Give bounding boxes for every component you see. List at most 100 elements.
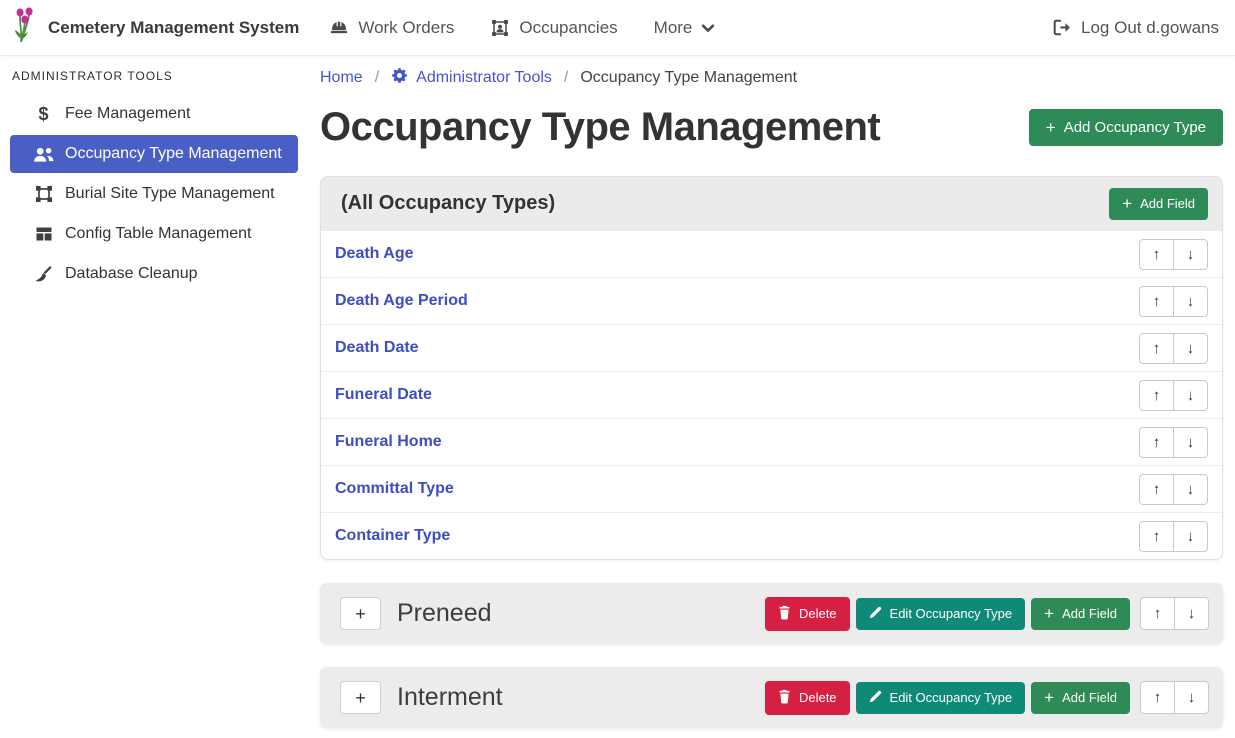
move-down-button[interactable]: ↓	[1173, 239, 1208, 270]
move-down-button[interactable]: ↓	[1173, 380, 1208, 411]
delete-button[interactable]: Delete	[765, 597, 850, 631]
plus-icon: +	[1044, 605, 1054, 622]
move-up-button[interactable]: ↑	[1139, 239, 1174, 270]
move-down-button[interactable]: ↓	[1173, 521, 1208, 552]
sidebar-item-label: Config Table Management	[65, 225, 252, 243]
field-link[interactable]: Container Type	[335, 527, 450, 545]
card-add-field-button[interactable]: + Add Field	[1109, 188, 1208, 220]
move-down-button[interactable]: ↓	[1174, 597, 1209, 630]
sidebar-item-occupancy-type-management[interactable]: Occupancy Type Management	[10, 135, 298, 173]
sidebar-item-label: Occupancy Type Management	[65, 145, 282, 163]
move-down-button[interactable]: ↓	[1173, 427, 1208, 458]
trash-icon	[778, 689, 791, 707]
move-up-button[interactable]: ↑	[1139, 427, 1174, 458]
delete-label: Delete	[799, 690, 837, 705]
section-actions: Delete Edit Occupancy Type + Add Field ↑	[765, 597, 1209, 631]
nav-label: More	[654, 18, 693, 38]
frame-icon	[32, 185, 55, 203]
nav-item-occupancies[interactable]: Occupancies	[490, 18, 617, 38]
reorder-controls: ↑ ↓	[1140, 681, 1209, 714]
plus-icon: +	[1046, 119, 1056, 136]
all-occupancy-types-card: (All Occupancy Types) + Add Field Death …	[320, 176, 1223, 560]
down-arrow-icon: ↓	[1187, 246, 1195, 263]
reorder-controls: ↑ ↓	[1139, 239, 1208, 270]
add-occupancy-type-label: Add Occupancy Type	[1064, 119, 1206, 136]
sidebar-item-database-cleanup[interactable]: Database Cleanup	[10, 255, 298, 293]
down-arrow-icon: ↓	[1187, 528, 1195, 545]
expand-button[interactable]: +	[340, 681, 381, 714]
breadcrumb-home-link[interactable]: Home	[320, 69, 363, 87]
move-up-button[interactable]: ↑	[1139, 286, 1174, 317]
trash-icon	[778, 605, 791, 623]
section-add-field-button[interactable]: + Add Field	[1031, 598, 1130, 630]
nav-item-more[interactable]: More	[654, 18, 716, 38]
breadcrumb-admin-tools-link[interactable]: Administrator Tools	[391, 67, 552, 89]
move-up-button[interactable]: ↑	[1140, 597, 1175, 630]
breadcrumb-current: Occupancy Type Management	[580, 69, 797, 87]
up-arrow-icon: ↑	[1153, 340, 1161, 357]
title-row: Occupancy Type Management + Add Occupanc…	[320, 105, 1223, 150]
section-preneed: + Preneed Delete	[320, 583, 1223, 644]
breadcrumb-separator: /	[375, 69, 379, 87]
broom-icon	[32, 265, 55, 284]
field-link[interactable]: Funeral Home	[335, 433, 442, 451]
nav-label: Occupancies	[519, 18, 617, 38]
nav-item-work-orders[interactable]: Work Orders	[329, 18, 454, 38]
move-down-button[interactable]: ↓	[1173, 286, 1208, 317]
reorder-controls: ↑ ↓	[1139, 474, 1208, 505]
field-row-funeral-home: Funeral Home ↑ ↓	[321, 418, 1222, 465]
move-up-button[interactable]: ↑	[1139, 333, 1174, 364]
reorder-controls: ↑ ↓	[1139, 380, 1208, 411]
up-arrow-icon: ↑	[1153, 293, 1161, 310]
gear-icon	[391, 67, 408, 89]
move-down-button[interactable]: ↓	[1173, 333, 1208, 364]
field-row-container-type: Container Type ↑ ↓	[321, 512, 1222, 559]
field-link[interactable]: Death Age Period	[335, 292, 468, 310]
move-down-button[interactable]: ↓	[1173, 474, 1208, 505]
down-arrow-icon: ↓	[1187, 293, 1195, 310]
sidebar-heading: ADMINISTRATOR TOOLS	[10, 67, 298, 95]
up-arrow-icon: ↑	[1154, 689, 1162, 706]
nav-label: Work Orders	[358, 18, 454, 38]
move-up-button[interactable]: ↑	[1140, 681, 1175, 714]
move-up-button[interactable]: ↑	[1139, 474, 1174, 505]
reorder-controls: ↑ ↓	[1139, 427, 1208, 458]
field-row-committal-type: Committal Type ↑ ↓	[321, 465, 1222, 512]
section-title: Interment	[397, 683, 503, 712]
add-field-label: Add Field	[1140, 196, 1195, 211]
field-row-death-age-period: Death Age Period ↑ ↓	[321, 277, 1222, 324]
table-icon	[32, 225, 55, 243]
logout-button[interactable]: Log Out d.gowans	[1053, 18, 1219, 38]
field-link[interactable]: Funeral Date	[335, 386, 432, 404]
delete-label: Delete	[799, 606, 837, 621]
section-add-field-button[interactable]: + Add Field	[1031, 682, 1130, 714]
sidebar-item-config-table-management[interactable]: Config Table Management	[10, 215, 298, 253]
move-up-button[interactable]: ↑	[1139, 521, 1174, 552]
field-row-death-date: Death Date ↑ ↓	[321, 324, 1222, 371]
down-arrow-icon: ↓	[1187, 434, 1195, 451]
move-down-button[interactable]: ↓	[1174, 681, 1209, 714]
sidebar-item-fee-management[interactable]: $ Fee Management	[10, 95, 298, 133]
field-link[interactable]: Death Date	[335, 339, 419, 357]
reorder-controls: ↑ ↓	[1140, 597, 1209, 630]
edit-occupancy-type-label: Edit Occupancy Type	[890, 606, 1013, 621]
delete-button[interactable]: Delete	[765, 681, 850, 715]
move-up-button[interactable]: ↑	[1139, 380, 1174, 411]
down-arrow-icon: ↓	[1187, 387, 1195, 404]
field-link[interactable]: Death Age	[335, 245, 414, 263]
expand-button[interactable]: +	[340, 597, 381, 630]
plus-icon: +	[1122, 195, 1132, 212]
add-occupancy-type-button[interactable]: + Add Occupancy Type	[1029, 109, 1223, 146]
main-content: Home / Administrator Tools / Occupancy T…	[300, 55, 1235, 728]
sidebar-item-burial-site-type-management[interactable]: Burial Site Type Management	[10, 175, 298, 213]
logout-label: Log Out d.gowans	[1081, 18, 1219, 38]
field-link[interactable]: Committal Type	[335, 480, 454, 498]
card-header: (All Occupancy Types) + Add Field	[321, 177, 1222, 230]
edit-occupancy-type-button[interactable]: Edit Occupancy Type	[856, 682, 1026, 714]
logout-icon	[1053, 19, 1072, 36]
sidebar-item-label: Database Cleanup	[65, 265, 198, 283]
add-field-label: Add Field	[1062, 690, 1117, 705]
chevron-down-icon	[701, 21, 715, 35]
up-arrow-icon: ↑	[1153, 387, 1161, 404]
edit-occupancy-type-button[interactable]: Edit Occupancy Type	[856, 598, 1026, 630]
